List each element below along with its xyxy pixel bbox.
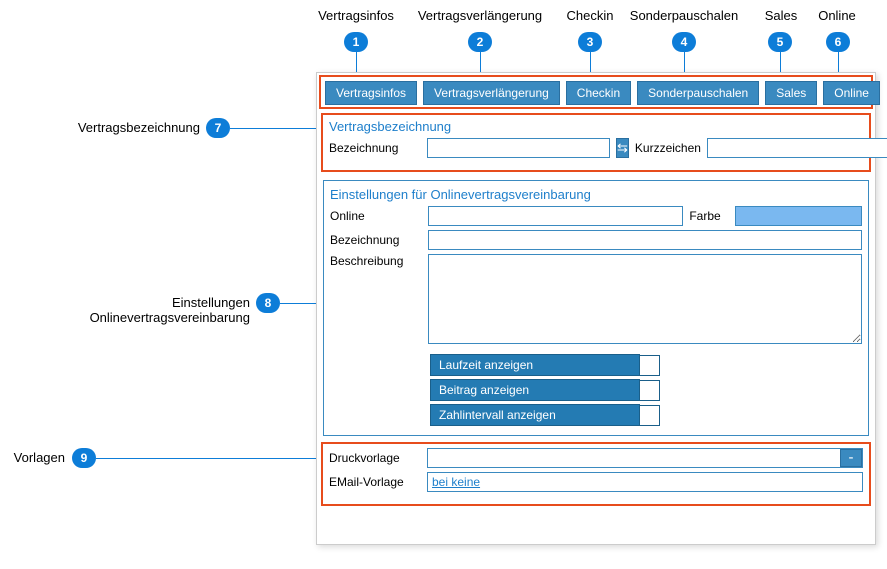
section-vertragsbezeichnung: Vertragsbezeichnung Bezeichnung ⇆ Kurzze…: [321, 113, 871, 172]
callout-1-bubble: 1: [344, 32, 368, 52]
color-picker-farbe[interactable]: [735, 206, 862, 226]
callout-4-label: Sonderpauschalen: [624, 8, 744, 23]
tab-online[interactable]: Online: [823, 81, 880, 105]
tab-sonderpauschalen[interactable]: Sonderpauschalen: [637, 81, 759, 105]
callout-4-bubble: 4: [672, 32, 696, 52]
callout-2-label: Vertragsverlängerung: [410, 8, 550, 23]
toggle-laufzeit-checkbox[interactable]: [640, 355, 660, 376]
label-druckvorlage: Druckvorlage: [329, 451, 421, 465]
toggle-beitrag-checkbox[interactable]: [640, 380, 660, 401]
callout-2-bubble: 2: [468, 32, 492, 52]
input-druckvorlage[interactable]: -: [427, 448, 863, 468]
tab-vertragsinfos[interactable]: Vertragsinfos: [325, 81, 417, 105]
callout-9-bubble: 9: [72, 448, 96, 468]
email-vorlage-value[interactable]: bei keine: [432, 475, 480, 489]
label-beschreibung: Beschreibung: [330, 254, 422, 268]
callout-9-line: [96, 458, 316, 459]
tab-vertragsverlaengerung[interactable]: Vertragsverlängerung: [423, 81, 560, 105]
toggle-zahlintervall: Zahlintervall anzeigen: [430, 404, 660, 426]
callout-8-line: [280, 303, 316, 304]
callout-5-label: Sales: [756, 8, 806, 23]
swap-icon-button[interactable]: ⇆: [616, 138, 629, 158]
tab-bar: Vertragsinfos Vertragsverlängerung Check…: [319, 75, 873, 109]
input-email-vorlage[interactable]: bei keine: [427, 472, 863, 492]
callout-3-label: Checkin: [560, 8, 620, 23]
swap-icon: ⇆: [617, 140, 628, 156]
label-bezeichnung: Bezeichnung: [329, 141, 421, 155]
toggle-zahlintervall-checkbox[interactable]: [640, 405, 660, 426]
callout-6-label: Online: [812, 8, 862, 23]
input-bezeichnung[interactable]: [427, 138, 610, 158]
callout-8-label: Einstellungen Onlinevertragsvereinbarung: [10, 295, 250, 325]
input-online[interactable]: [428, 206, 683, 226]
toggle-laufzeit: Laufzeit anzeigen: [430, 354, 660, 376]
callout-9-label: Vorlagen: [10, 450, 65, 465]
callout-7-label: Vertragsbezeichnung: [50, 120, 200, 135]
callout-8-bubble: 8: [256, 293, 280, 313]
section-vorlagen: Druckvorlage - EMail-Vorlage bei keine: [321, 442, 871, 506]
toggle-zahlintervall-label: Zahlintervall anzeigen: [430, 404, 640, 426]
tab-sales[interactable]: Sales: [765, 81, 817, 105]
section-title-vertragsbezeichnung: Vertragsbezeichnung: [329, 119, 863, 134]
callout-1-label: Vertragsinfos: [316, 8, 396, 23]
druckvorlage-clear-button[interactable]: -: [840, 449, 862, 467]
input-bezeichnung-2[interactable]: [428, 230, 862, 250]
input-kurzzeichen[interactable]: [707, 138, 887, 158]
toggle-laufzeit-label: Laufzeit anzeigen: [430, 354, 640, 376]
section-title-einstellungen: Einstellungen für Onlinevertragsvereinba…: [330, 187, 862, 202]
toggle-beitrag: Beitrag anzeigen: [430, 379, 660, 401]
label-farbe: Farbe: [689, 209, 729, 223]
label-email-vorlage: EMail-Vorlage: [329, 475, 421, 489]
main-panel: Vertragsinfos Vertragsverlängerung Check…: [316, 72, 876, 545]
label-kurzzeichen: Kurzzeichen: [635, 141, 701, 155]
label-online: Online: [330, 209, 422, 223]
label-bezeichnung-2: Bezeichnung: [330, 233, 422, 247]
tab-checkin[interactable]: Checkin: [566, 81, 631, 105]
callout-3-bubble: 3: [578, 32, 602, 52]
callout-7-bubble: 7: [206, 118, 230, 138]
callout-6-bubble: 6: [826, 32, 850, 52]
textarea-beschreibung[interactable]: [428, 254, 862, 344]
toggle-beitrag-label: Beitrag anzeigen: [430, 379, 640, 401]
callout-7-line: [230, 128, 316, 129]
callout-5-bubble: 5: [768, 32, 792, 52]
section-online-einstellungen: Einstellungen für Onlinevertragsvereinba…: [323, 180, 869, 436]
